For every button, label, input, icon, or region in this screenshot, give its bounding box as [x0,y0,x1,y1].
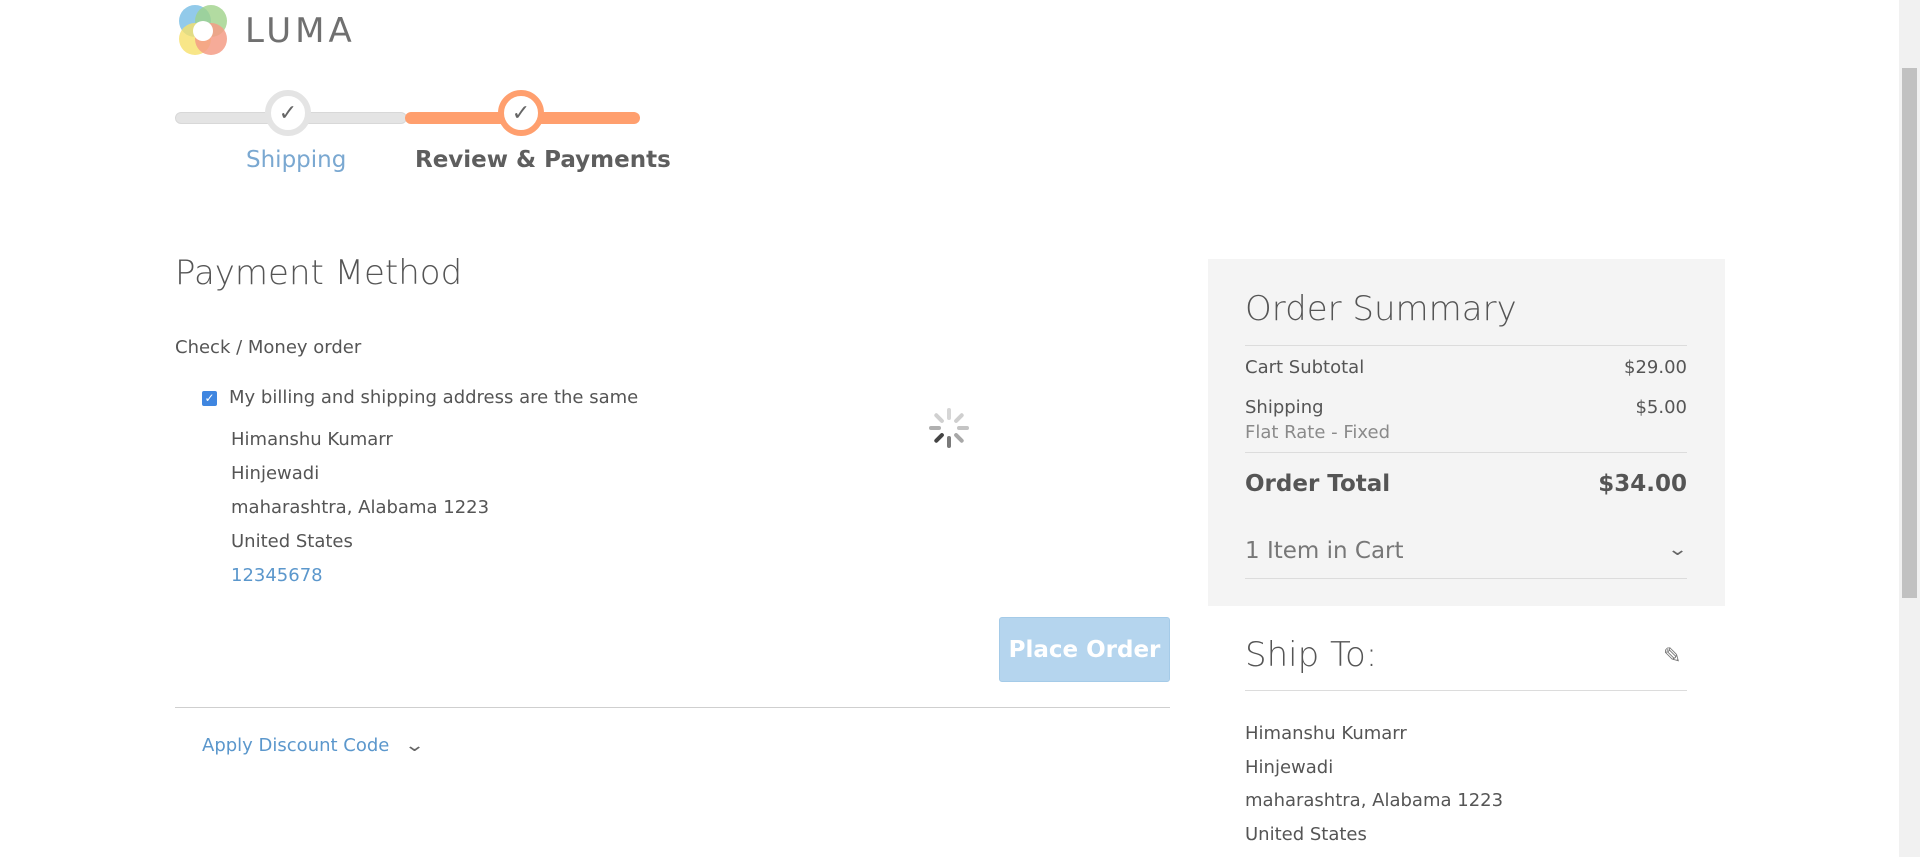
loading-spinner-icon [929,408,969,448]
ship-to-city-line: maharashtra, Alabama 1223 [1245,790,1504,811]
billing-country: United States [231,531,353,552]
summary-divider [1245,452,1687,453]
step-shipping-checkmark-icon: ✓ [265,90,311,136]
ship-to-title: Ship To: [1245,635,1378,675]
billing-name: Himanshu Kumarr [231,429,393,450]
order-summary-panel: Order Summary Cart Subtotal $29.00 Shipp… [1208,259,1725,606]
billing-city-line: maharashtra, Alabama 1223 [231,497,490,518]
logo-text: LUMA [245,11,356,51]
checkout-progress: ✓ ✓ Shipping Review & Payments [175,85,671,185]
shipping-value: $5.00 [1635,397,1687,418]
luma-logo[interactable]: LUMA [175,3,356,59]
shipping-label: Shipping [1245,397,1324,418]
step-review-label: Review & Payments [415,147,671,173]
step-review-checkmark-icon: ✓ [498,90,544,136]
billing-phone-link[interactable]: 12345678 [231,565,323,586]
chevron-down-icon: ⌄ [404,735,426,756]
scrollbar-thumb[interactable] [1902,68,1917,598]
same-address-checkbox[interactable]: ✓ [202,391,217,406]
apply-discount-label: Apply Discount Code [202,735,390,756]
step-shipping-link[interactable]: Shipping [246,147,346,173]
luma-logo-icon [179,5,227,55]
items-in-cart-toggle[interactable]: 1 Item in Cart [1245,538,1404,564]
ship-to-country: United States [1245,824,1367,845]
shipping-method: Flat Rate - Fixed [1245,422,1391,443]
cart-subtotal-value: $29.00 [1624,357,1687,378]
pencil-icon[interactable]: ✎ [1663,644,1681,669]
billing-street: Hinjewadi [231,463,320,484]
order-total-value: $34.00 [1598,471,1687,497]
ship-to-street: Hinjewadi [1245,757,1334,778]
order-summary-title: Order Summary [1245,289,1517,329]
apply-discount-toggle[interactable]: Apply Discount Code ⌄ [202,735,426,756]
page-scrollbar[interactable] [1899,0,1920,857]
chevron-down-icon[interactable]: ⌄ [1667,539,1688,560]
checkout-page: LUMA ✓ ✓ Shipping Review & Payments Paym… [0,0,1920,857]
payment-method-title: Payment Method [175,253,463,293]
discount-divider [175,707,1170,708]
ship-to-divider [1245,690,1687,691]
order-total-label: Order Total [1245,471,1391,497]
cart-subtotal-label: Cart Subtotal [1245,357,1365,378]
ship-to-name: Himanshu Kumarr [1245,723,1407,744]
place-order-button[interactable]: Place Order [999,617,1170,682]
payment-method-name[interactable]: Check / Money order [175,337,361,358]
summary-divider [1245,345,1687,346]
summary-divider [1245,578,1687,579]
same-address-label[interactable]: My billing and shipping address are the … [229,387,638,408]
